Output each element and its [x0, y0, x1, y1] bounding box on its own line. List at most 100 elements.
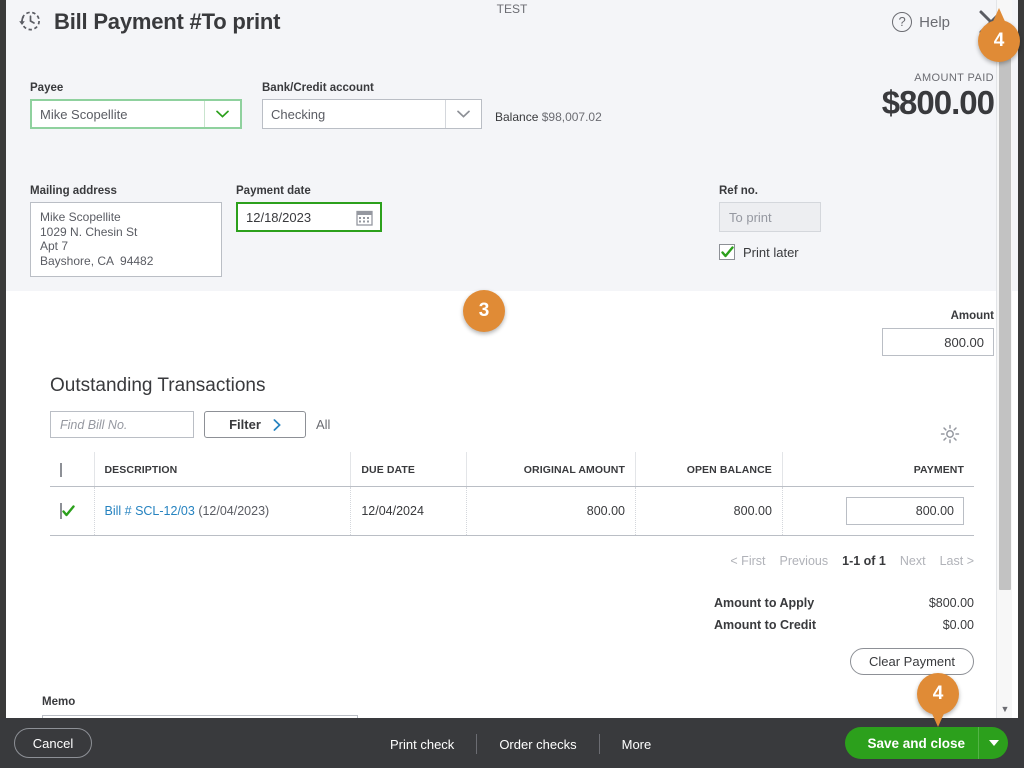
pagination-next[interactable]: Next: [900, 554, 926, 568]
amount-input[interactable]: 800.00: [882, 328, 994, 356]
row-checkbox[interactable]: [60, 503, 75, 519]
mailing-address-field: Mailing address Mike Scopellite 1029 N. …: [30, 185, 222, 277]
scrollbar-thumb[interactable]: [999, 56, 1011, 590]
bill-date: (12/04/2023): [198, 504, 270, 518]
gear-icon[interactable]: [940, 424, 960, 444]
outstanding-transactions-title: Outstanding Transactions: [50, 375, 266, 396]
callout-badge-3: 3: [463, 290, 505, 332]
row-original-amount: 800.00: [466, 486, 637, 536]
all-filter-link[interactable]: All: [316, 417, 330, 432]
column-due-date: DUE DATE: [350, 452, 467, 487]
row-select-cell: [50, 486, 95, 536]
header-panel: TEST Bill Payment #To print ? Help Payee…: [6, 0, 1018, 291]
print-later-row[interactable]: Print later: [719, 244, 821, 260]
total-row-amount-to-apply: Amount to Apply $800.00: [714, 596, 974, 610]
print-check-link[interactable]: Print check: [368, 737, 476, 752]
column-description: DESCRIPTION: [94, 452, 352, 487]
clear-payment-button[interactable]: Clear Payment: [850, 648, 974, 675]
history-clock-icon[interactable]: [16, 8, 43, 35]
save-and-close-button[interactable]: Save and close: [845, 727, 1008, 759]
payment-date-input[interactable]: 12/18/2023: [236, 202, 382, 232]
row-description-cell: Bill # SCL-12/03 (12/04/2023): [94, 486, 352, 536]
amount-label: Amount: [950, 310, 994, 322]
title-row: Bill Payment #To print: [16, 8, 280, 35]
amount-to-apply-value: $800.00: [928, 596, 974, 610]
filter-row: Find Bill No. Filter All: [50, 411, 330, 438]
total-row-amount-to-credit: Amount to Credit $0.00: [714, 618, 974, 632]
amount-paid-value: $800.00: [881, 84, 995, 121]
filter-button-label: Filter: [229, 417, 261, 432]
balance-value: $98,007.02: [541, 110, 602, 124]
bank-account-value: Checking: [271, 106, 326, 122]
column-open-balance: OPEN BALANCE: [635, 452, 783, 487]
chevron-down-icon[interactable]: [204, 101, 240, 127]
row-open-balance: 800.00: [635, 486, 783, 536]
vertical-scrollbar[interactable]: ▼: [996, 0, 1012, 718]
table-row: Bill # SCL-12/03 (12/04/2023) 12/04/2024…: [50, 486, 974, 536]
callout-badge-4-save: 4: [917, 673, 959, 727]
calendar-icon[interactable]: [356, 209, 373, 226]
question-circle-icon: ?: [892, 12, 913, 32]
find-bill-input[interactable]: Find Bill No.: [50, 411, 194, 438]
amount-field: Amount 800.00: [882, 310, 994, 356]
payee-select[interactable]: Mike Scopellite: [30, 99, 242, 129]
ref-no-value: To print: [729, 209, 772, 225]
save-and-close-label: Save and close: [867, 735, 965, 751]
address-line-4: Bayshore, CA 94482: [40, 253, 154, 268]
address-line-3: Apt 7: [40, 239, 69, 253]
payment-date-value: 12/18/2023: [246, 209, 312, 225]
help-label: Help: [919, 13, 950, 31]
more-link[interactable]: More: [600, 737, 674, 752]
footer-links: Print check Order checks More: [368, 734, 673, 754]
print-later-checkbox[interactable]: [719, 244, 735, 260]
payee-field: Payee Mike Scopellite: [30, 82, 242, 129]
address-line-2: 1029 N. Chesin St: [40, 224, 138, 239]
help-button[interactable]: ? Help: [892, 12, 950, 32]
ref-no-field: Ref no. To print Print later: [719, 185, 821, 260]
ref-no-input[interactable]: To print: [719, 202, 821, 232]
row-payment-value: 800.00: [915, 504, 954, 518]
bill-payment-window: TEST Bill Payment #To print ? Help Payee…: [0, 0, 1024, 768]
order-checks-link[interactable]: Order checks: [477, 737, 598, 752]
row-payment-input[interactable]: 800.00: [846, 497, 964, 525]
pagination-last[interactable]: Last >: [940, 554, 974, 568]
ref-no-label: Ref no.: [719, 185, 758, 197]
find-bill-placeholder: Find Bill No.: [60, 417, 128, 432]
mailing-address-textarea[interactable]: Mike Scopellite 1029 N. Chesin St Apt 7 …: [30, 202, 222, 277]
select-all-header: [50, 452, 95, 487]
amount-to-credit-label: Amount to Credit: [714, 618, 817, 632]
column-original-amount: ORIGINAL AMOUNT: [466, 452, 637, 487]
column-payment: PAYMENT: [782, 452, 974, 487]
mailing-address-label: Mailing address: [30, 185, 117, 197]
cancel-button[interactable]: Cancel: [14, 728, 92, 758]
amount-to-apply-label: Amount to Apply: [714, 596, 815, 610]
pagination-first[interactable]: < First: [730, 554, 765, 568]
row-due-date: 12/04/2024: [350, 486, 467, 536]
form-sheet: TEST Bill Payment #To print ? Help Payee…: [6, 0, 1018, 718]
select-all-checkbox[interactable]: [60, 463, 62, 477]
payment-date-field: Payment date 12/18/2023: [236, 185, 382, 232]
memo-label: Memo: [42, 696, 76, 708]
pagination-previous[interactable]: Previous: [779, 554, 828, 568]
caret-down-icon[interactable]: [978, 727, 1008, 759]
callout-badge-4-close: 4: [978, 8, 1020, 62]
bank-account-label: Bank/Credit account: [262, 82, 374, 94]
outstanding-transactions-table: DESCRIPTION DUE DATE ORIGINAL AMOUNT OPE…: [50, 452, 974, 536]
totals-section: Amount to Apply $800.00 Amount to Credit…: [714, 596, 974, 640]
account-balance: Balance $98,007.02: [495, 110, 602, 124]
chevron-down-icon[interactable]: [445, 100, 481, 128]
page-title: Bill Payment #To print: [54, 8, 281, 34]
payee-label: Payee: [30, 82, 64, 94]
row-payment-cell: 800.00: [782, 486, 974, 536]
amount-value: 800.00: [944, 334, 984, 350]
address-line-1: Mike Scopellite: [40, 210, 121, 224]
scroll-down-arrow-icon[interactable]: ▼: [997, 704, 1013, 714]
pagination-current: 1-1 of 1: [842, 554, 886, 568]
bank-account-select[interactable]: Checking: [262, 99, 482, 129]
amount-paid-label: AMOUNT PAID: [914, 72, 994, 84]
memo-field: Memo: [42, 692, 358, 718]
filter-button[interactable]: Filter: [204, 411, 306, 438]
balance-label: Balance: [495, 110, 539, 124]
pagination: < First Previous 1-1 of 1 Next Last >: [730, 554, 974, 568]
bill-link[interactable]: Bill # SCL-12/03: [105, 504, 195, 518]
